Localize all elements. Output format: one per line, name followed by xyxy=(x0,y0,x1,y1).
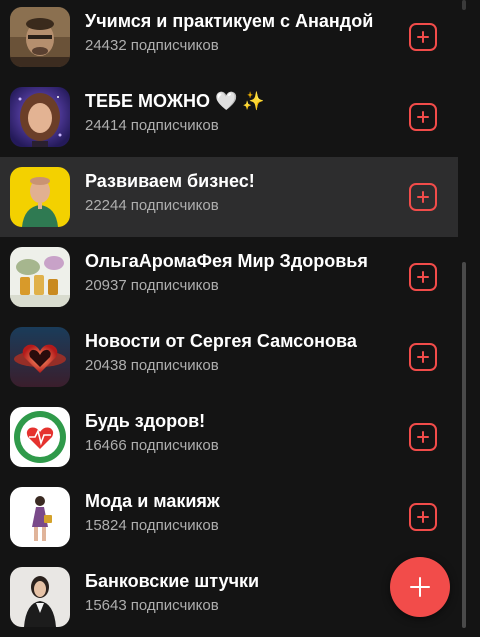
subscriber-count: 20438 подписчиков xyxy=(85,357,357,375)
subscriber-count: 15824 подписчиков xyxy=(85,517,220,535)
subscriber-suffix: подписчиков xyxy=(130,277,219,294)
subscriber-suffix: подписчиков xyxy=(130,197,219,214)
subscriber-count: 16466 подписчиков xyxy=(85,437,219,455)
add-channel-button[interactable] xyxy=(409,423,437,451)
channel-texts: Банковские штучки 15643 подписчиков xyxy=(85,570,259,615)
channel-texts: Развиваем бизнес! 22244 подписчиков xyxy=(85,170,255,215)
woman-business-icon xyxy=(10,567,70,627)
heart-glow-icon xyxy=(10,327,70,387)
add-channel-button[interactable] xyxy=(409,343,437,371)
channel-row[interactable]: Мода и макияж 15824 подписчиков xyxy=(0,477,458,557)
subscriber-number: 24432 xyxy=(85,37,127,54)
channel-avatar xyxy=(10,87,70,147)
businessman-portrait-icon xyxy=(10,167,70,227)
fashion-girl-icon xyxy=(10,487,70,547)
woman-portrait-icon xyxy=(10,87,70,147)
health-heart-logo-icon xyxy=(10,407,70,467)
add-channel-button[interactable] xyxy=(409,103,437,131)
channel-row[interactable]: Учимся и практикуем с Анандой 24432 подпи… xyxy=(0,0,458,77)
subscriber-count: 24414 подписчиков xyxy=(85,117,265,135)
channel-row[interactable]: Новости от Сергея Самсонова 20438 подписч… xyxy=(0,317,458,397)
channel-avatar xyxy=(10,567,70,627)
channel-texts: Мода и макияж 15824 подписчиков xyxy=(85,490,220,535)
channel-texts: Новости от Сергея Самсонова 20438 подписч… xyxy=(85,330,357,375)
channel-texts: ТЕБЕ МОЖНО 🤍 ✨ 24414 подписчиков xyxy=(85,90,265,135)
channel-title: Банковские штучки xyxy=(85,571,260,591)
man-portrait-icon xyxy=(10,7,70,67)
channel-title: Мода и макияж xyxy=(85,491,220,511)
subscriber-suffix: подписчиков xyxy=(130,117,219,134)
subscriber-number: 16466 xyxy=(85,437,127,454)
channel-avatar xyxy=(10,487,70,547)
channel-title: Новости от Сергея Самсонова xyxy=(85,331,357,351)
channel-title: Развиваем бизнес! xyxy=(85,171,255,191)
add-channel-button[interactable] xyxy=(409,183,437,211)
subscriber-suffix: подписчиков xyxy=(130,37,219,54)
channel-avatar xyxy=(10,407,70,467)
subscriber-suffix: подписчиков xyxy=(130,437,219,454)
add-channel-button[interactable] xyxy=(409,23,437,51)
subscriber-number: 20438 xyxy=(85,357,127,374)
channel-row[interactable]: ОльгаАромаФея Мир Здоровья 20937 подписчи… xyxy=(0,237,458,317)
subscriber-suffix: подписчиков xyxy=(130,597,219,614)
aroma-oils-icon xyxy=(10,247,70,307)
subscriber-number: 24414 xyxy=(85,117,127,134)
subscriber-count: 15643 подписчиков xyxy=(85,597,259,615)
channel-title: ОльгаАромаФея Мир Здоровья xyxy=(85,251,368,271)
subscriber-number: 20937 xyxy=(85,277,127,294)
subscriber-count: 22244 подписчиков xyxy=(85,197,255,215)
channel-row[interactable]: Банковские штучки 15643 подписчиков xyxy=(0,557,458,637)
subscriber-count: 20937 подписчиков xyxy=(85,277,368,295)
add-channel-button[interactable] xyxy=(409,503,437,531)
channel-row[interactable]: Будь здоров! 16466 подписчиков xyxy=(0,397,458,477)
subscriber-count: 24432 подписчиков xyxy=(85,37,373,55)
scrollbar-top-stub xyxy=(462,0,466,10)
channel-list: Учимся и практикуем с Анандой 24432 подпи… xyxy=(0,0,458,637)
channel-texts: Будь здоров! 16466 подписчиков xyxy=(85,410,219,455)
subscriber-number: 15643 xyxy=(85,597,127,614)
subscriber-number: 15824 xyxy=(85,517,127,534)
channel-avatar xyxy=(10,247,70,307)
add-channel-button[interactable] xyxy=(409,263,437,291)
channel-avatar xyxy=(10,327,70,387)
channel-row[interactable]: Развиваем бизнес! 22244 подписчиков xyxy=(0,157,458,237)
channel-texts: Учимся и практикуем с Анандой 24432 подпи… xyxy=(85,10,373,55)
channel-texts: ОльгаАромаФея Мир Здоровья 20937 подписчи… xyxy=(85,250,368,295)
floating-add-button[interactable] xyxy=(390,557,450,617)
channel-title: Учимся и практикуем с Анандой xyxy=(85,11,374,31)
channel-avatar xyxy=(10,167,70,227)
scrollbar-thumb[interactable] xyxy=(462,262,466,628)
subscriber-suffix: подписчиков xyxy=(130,357,219,374)
channel-title: ТЕБЕ МОЖНО 🤍 ✨ xyxy=(85,91,265,111)
subscriber-number: 22244 xyxy=(85,197,127,214)
channel-row[interactable]: ТЕБЕ МОЖНО 🤍 ✨ 24414 подписчиков xyxy=(0,77,458,157)
channel-title: Будь здоров! xyxy=(85,411,206,431)
subscriber-suffix: подписчиков xyxy=(130,517,219,534)
channel-avatar xyxy=(10,7,70,67)
